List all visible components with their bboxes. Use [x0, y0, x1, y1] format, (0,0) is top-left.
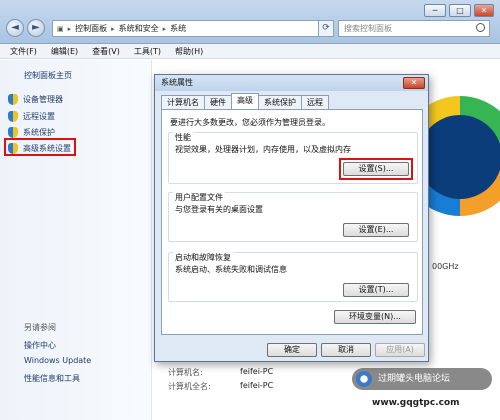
- watermark-text: 过期罐头电脑论坛: [378, 374, 451, 384]
- menu-bar: 文件(F) 编辑(E) 查看(V) 工具(T) 帮助(H): [0, 44, 500, 59]
- full-name-label: 计算机全名:: [168, 382, 211, 391]
- action-center-link[interactable]: 操作中心: [24, 340, 56, 351]
- refresh-icon: ⟳: [322, 23, 330, 33]
- tab-hardware[interactable]: 硬件: [204, 95, 232, 109]
- sidebar-item-remote-settings[interactable]: 远程设置: [8, 109, 55, 123]
- chevron-right-icon: ▸: [111, 24, 115, 33]
- windows-logo-center: [418, 115, 500, 199]
- startup-recovery-title: 启动和故障恢复: [173, 252, 233, 263]
- startup-recovery-desc: 系统启动、系统失败和调试信息: [175, 265, 287, 274]
- startup-recovery-group: 启动和故障恢复 系统启动、系统失败和调试信息 设置(T)...: [168, 252, 418, 302]
- control-panel-home-link[interactable]: 控制面板主页: [24, 70, 72, 81]
- search-placeholder: 搜索控制面板: [344, 24, 392, 33]
- highlight-box: [4, 138, 76, 156]
- performance-info-link[interactable]: 性能信息和工具: [24, 373, 80, 384]
- breadcrumb-control-panel[interactable]: 控制面板: [75, 23, 107, 34]
- shield-icon: [8, 126, 18, 138]
- cpu-speed-text: 00GHz: [432, 262, 459, 271]
- ok-button[interactable]: 确定: [267, 343, 317, 357]
- sidebar-item-label: 设备管理器: [23, 94, 63, 104]
- tab-computer-name[interactable]: 计算机名: [161, 95, 205, 109]
- menu-edit[interactable]: 编辑(E): [51, 46, 78, 57]
- sidebar-item-label: 远程设置: [23, 111, 55, 121]
- minimize-button[interactable]: ─: [424, 4, 446, 17]
- performance-group: 性能 视觉效果，处理器计划，内存使用，以及虚拟内存 设置(S)...: [168, 132, 418, 184]
- apply-button[interactable]: 应用(A): [375, 343, 425, 357]
- close-button[interactable]: ✕: [474, 4, 494, 17]
- back-button[interactable]: ◄: [6, 19, 24, 37]
- breadcrumb-system[interactable]: 系统: [170, 23, 186, 34]
- shield-icon: [8, 93, 18, 105]
- refresh-button[interactable]: ⟳: [318, 20, 334, 37]
- environment-variables-button[interactable]: 环境变量(N)...: [334, 310, 416, 324]
- back-arrow-icon: ◄: [11, 22, 19, 33]
- user-profiles-group: 用户配置文件 与您登录有关的桌面设置 设置(E)...: [168, 192, 418, 242]
- sidebar-item-label: 系统保护: [23, 127, 55, 137]
- sidebar-item-system-protection[interactable]: 系统保护: [8, 125, 55, 139]
- tab-remote[interactable]: 远程: [301, 95, 329, 109]
- user-profiles-title: 用户配置文件: [173, 192, 225, 203]
- computer-name-value: feifei-PC: [240, 367, 274, 376]
- performance-settings-button[interactable]: 设置(S)...: [343, 162, 409, 176]
- search-input[interactable]: 搜索控制面板: [338, 20, 490, 37]
- watermark-url: www.gqgtpc.com: [372, 398, 460, 408]
- title-bar: ─ □ ✕ ◄ ► ▣ ▸ 控制面板 ▸ 系统和安全 ▸ 系统 ⟳ 搜索控制面板: [0, 0, 500, 44]
- left-pane: 控制面板主页 设备管理器 远程设置 系统保护 高级系统设置 另请参阅 操作中心 …: [0, 60, 152, 420]
- search-icon: [476, 23, 485, 32]
- menu-help[interactable]: 帮助(H): [175, 46, 203, 57]
- startup-recovery-settings-button[interactable]: 设置(T)...: [343, 283, 409, 297]
- shield-icon: [8, 110, 18, 122]
- sidebar-item-device-manager[interactable]: 设备管理器: [8, 92, 63, 106]
- forward-button[interactable]: ►: [27, 19, 45, 37]
- admin-note: 要进行大多数更改，您必须作为管理员登录。: [170, 118, 330, 127]
- dialog-tabs: 计算机名 硬件 高级 系统保护 远程: [161, 93, 329, 109]
- chevron-right-icon: ▸: [162, 24, 167, 33]
- maximize-button[interactable]: □: [449, 4, 471, 17]
- see-also-heading: 另请参阅: [24, 323, 56, 332]
- tab-system-protection[interactable]: 系统保护: [258, 95, 302, 109]
- menu-file[interactable]: 文件(F): [10, 46, 37, 57]
- address-bar[interactable]: ▣ ▸ 控制面板 ▸ 系统和安全 ▸ 系统: [52, 20, 328, 37]
- watermark-logo-icon: [356, 371, 372, 387]
- windows-update-link[interactable]: Windows Update: [24, 356, 91, 365]
- dialog-close-button[interactable]: ✕: [403, 77, 425, 89]
- breadcrumb-system-security[interactable]: 系统和安全: [119, 23, 159, 34]
- performance-title: 性能: [173, 132, 193, 143]
- user-profiles-settings-button[interactable]: 设置(E)...: [343, 223, 409, 237]
- tab-advanced[interactable]: 高级: [231, 93, 259, 109]
- system-properties-dialog: 系统属性 ✕ 计算机名 硬件 高级 系统保护 远程 要进行大多数更改，您必须作为…: [154, 74, 429, 362]
- full-name-value: feifei-PC: [240, 381, 274, 390]
- forward-arrow-icon: ►: [32, 22, 40, 33]
- menu-view[interactable]: 查看(V): [92, 46, 120, 57]
- folder-icon: ▣: [57, 24, 64, 33]
- menu-tools[interactable]: 工具(T): [134, 46, 161, 57]
- dialog-title: 系统属性: [155, 75, 428, 91]
- user-profiles-desc: 与您登录有关的桌面设置: [175, 205, 263, 214]
- chevron-right-icon: ▸: [67, 24, 72, 33]
- watermark-badge: 过期罐头电脑论坛: [352, 368, 492, 390]
- cancel-button[interactable]: 取消: [321, 343, 371, 357]
- computer-name-label: 计算机名:: [168, 368, 203, 377]
- advanced-tab-panel: 要进行大多数更改，您必须作为管理员登录。 性能 视觉效果，处理器计划，内存使用，…: [161, 109, 423, 335]
- performance-desc: 视觉效果，处理器计划，内存使用，以及虚拟内存: [175, 145, 351, 154]
